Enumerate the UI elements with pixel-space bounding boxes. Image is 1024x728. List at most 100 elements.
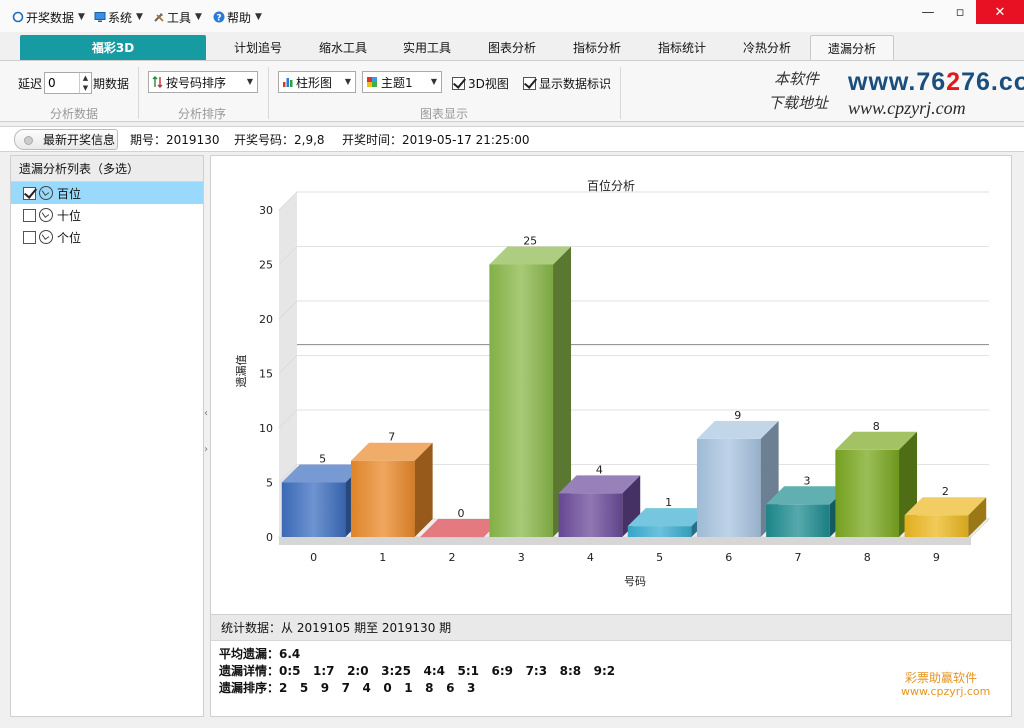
clock-icon [39,186,53,200]
y-tick-label: 10 [259,422,273,435]
time-info: 开奖时间：2019-05-17 21:25:00 [342,131,529,148]
time-label: 开奖时间： [342,132,403,147]
show-labels-checkbox[interactable]: 显示数据标识 [523,75,611,92]
sort-select[interactable]: 按号码排序 ▼ [148,71,258,93]
bar-8 [835,449,900,537]
watermark-url-part-a: www.76 [848,68,947,96]
x-tick-label: 9 [933,551,940,564]
list-item-units[interactable]: 个位 [11,226,203,248]
tab-home[interactable]: 福彩3D [20,35,206,60]
data-label: 7 [388,431,395,444]
checkbox-checked-icon[interactable] [23,186,36,200]
data-label: 5 [319,453,326,466]
brand-url: www.cpzyrj.com [901,685,991,698]
status-dot-icon [24,136,33,145]
help-icon: ? [213,11,225,23]
x-tick-label: 0 [310,551,317,564]
tab-hot-cold[interactable]: 冷热分析 [731,35,803,60]
close-icon: ✕ [994,4,1006,20]
x-tick-label: 6 [725,551,732,564]
menu-tools[interactable]: 工具 ▼ [153,8,202,26]
tab-utility[interactable]: 实用工具 [391,35,463,60]
sort-icon [152,76,163,88]
x-axis-label: 号码 [624,575,646,588]
stats-panel: 统计数据：从 2019105 期至 2019130 期 平均遗漏：6.4 遗漏详… [210,615,1012,717]
theme-select[interactable]: 主题1 ▼ [362,71,442,93]
watermark: 本软件 下载地址 www.76276.com www.cpzyrj.com [764,64,1024,122]
bar-1 [350,460,415,537]
stats-average: 平均遗漏：6.4 [219,647,301,661]
close-button[interactable]: ✕ [976,0,1024,24]
latest-draw-button[interactable]: 最新开奖信息 [14,129,118,150]
watermark-url-highlight: 2 [946,68,962,96]
group-label-display: 图表显示 [419,107,468,121]
tools-icon [154,13,164,22]
x-tick-label: 8 [864,551,871,564]
list-item-label: 十位 [57,208,82,223]
y-tick-label: 15 [259,368,273,381]
tab-chart-analysis[interactable]: 图表分析 [476,35,548,60]
checkbox-icon[interactable] [23,208,36,222]
time-value: 2019-05-17 21:25:00 [402,132,530,147]
menu-draw-data[interactable]: 开奖数据 ▼ [12,8,85,26]
bar-6 [696,438,761,537]
spinner-buttons[interactable]: ▲ ▼ [79,73,91,93]
stats-header: 统计数据：从 2019105 期至 2019130 期 [211,615,1011,641]
data-label: 8 [873,420,880,433]
list-item-label: 百位 [57,186,82,201]
y-tick-label: 20 [259,313,273,326]
brand-name: 彩票助赢软件 [905,671,978,685]
checkbox-icon[interactable] [23,230,36,244]
chevron-down-icon: ▼ [246,77,253,86]
minimize-icon: — [921,4,935,20]
menu-help[interactable]: ? 帮助 ▼ [213,8,262,26]
tab-reduce[interactable]: 缩水工具 [307,35,379,60]
data-label: 9 [734,409,741,422]
x-tick-label: 5 [656,551,663,564]
y-tick-label: 30 [259,204,273,217]
chart-title: 百位分析 [587,178,635,193]
group-label-sort: 分析排序 [177,107,226,121]
tab-plan[interactable]: 计划追号 [222,35,294,60]
view3d-checkbox[interactable]: 3D视图 [452,75,509,92]
chart-floor-edge [279,537,971,545]
y-tick-label: 0 [266,531,273,544]
delay-spinner[interactable]: ▲▼ [44,72,92,94]
numbers-label: 开奖号码： [234,132,295,147]
y-axis-label: 遗漏值 [234,355,248,388]
delay-input[interactable] [45,73,79,93]
expand-right-icon[interactable]: › [204,444,208,455]
chevron-down-icon: ▼ [344,77,351,86]
period-label: 期数据 [93,77,130,91]
tab-index-stats[interactable]: 指标统计 [646,35,718,60]
monitor-icon [94,12,106,22]
data-label: 3 [804,474,811,487]
stats-order: 遗漏排序：2 5 9 7 4 0 1 8 6 3 [219,681,476,695]
list-item-tens[interactable]: 十位 [11,204,203,226]
bar-3 [489,264,554,537]
menu-bar: 开奖数据 ▼ 系统 ▼ 工具 ▼ ? 帮助 ▼ — ▫ ✕ [0,0,1024,32]
menu-label: 系统 [108,10,133,25]
bar-5 [627,526,692,537]
watermark-url-part-b: 76.com [961,68,1024,96]
collapse-left-icon[interactable]: ‹ [204,408,208,419]
clock-icon [39,208,53,222]
minimize-button[interactable]: — [912,0,944,24]
menu-label: 开奖数据 [26,10,75,25]
checkbox-checked-icon [523,77,536,90]
numbers-info: 开奖号码：2,9,8 [234,131,325,148]
tab-index-analysis[interactable]: 指标分析 [561,35,633,60]
x-tick-label: 7 [795,551,802,564]
chart-type-select[interactable]: 柱形图 ▼ [278,71,356,93]
divider [268,67,269,119]
maximize-button[interactable]: ▫ [944,0,976,24]
bar-0 [281,482,346,537]
list-item-hundreds[interactable]: 百位 [11,182,203,204]
bar-9 [904,515,969,537]
theme-value: 主题1 [381,75,413,90]
dropdown-arrow-icon: ▼ [136,12,143,22]
bar-7 [766,504,830,537]
numbers-value: 2,9,8 [294,132,325,147]
menu-system[interactable]: 系统 ▼ [94,8,143,26]
tab-omission-analysis[interactable]: 遗漏分析 [810,35,894,60]
